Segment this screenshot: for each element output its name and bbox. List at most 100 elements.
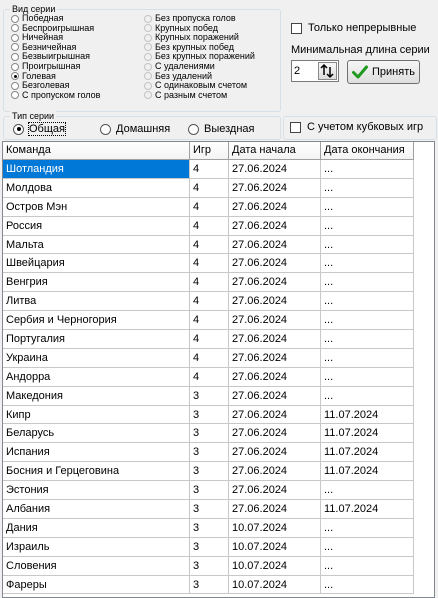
games-cell[interactable]: 3 xyxy=(190,500,229,519)
end-date-cell[interactable]: ... xyxy=(321,292,414,312)
end-date-cell[interactable]: ... xyxy=(321,254,414,274)
games-cell[interactable]: 4 xyxy=(190,348,229,368)
games-cell[interactable]: 4 xyxy=(190,160,229,179)
radio-button[interactable] xyxy=(144,14,152,23)
radio-general[interactable] xyxy=(13,123,24,135)
table-row[interactable]: Эстония 3 27.06.2024... xyxy=(3,481,434,501)
team-cell[interactable]: Сербия и Черногория xyxy=(3,311,190,331)
start-date-cell[interactable]: 27.06.2024 xyxy=(229,197,321,217)
radio-button[interactable] xyxy=(144,33,152,42)
end-date-cell[interactable]: ... xyxy=(321,481,414,501)
start-date-cell[interactable]: 27.06.2024 xyxy=(229,500,321,519)
games-cell[interactable]: 3 xyxy=(190,537,229,557)
radio-button[interactable] xyxy=(11,24,19,33)
radio-button[interactable] xyxy=(11,62,19,71)
table-row[interactable]: Босния и Герцеговина 3 27.06.2024 11.07.202… xyxy=(3,462,434,482)
table-row[interactable]: Кипр 3 27.06.2024 11.07.2024 xyxy=(3,405,434,425)
end-date-cell[interactable]: 11.07.2024 xyxy=(321,424,414,444)
series-type-home[interactable]: Домашняя xyxy=(100,122,170,136)
radio-button[interactable] xyxy=(144,81,152,90)
team-cell[interactable]: Македония xyxy=(3,386,190,406)
series-kind-option[interactable]: Ничейная xyxy=(11,33,63,42)
games-cell[interactable]: 4 xyxy=(190,178,229,198)
team-cell[interactable]: Дания xyxy=(3,518,190,538)
table-row[interactable]: Молдова 4 27.06.2024... xyxy=(3,178,434,198)
team-cell[interactable]: Словения xyxy=(3,556,190,576)
team-cell[interactable]: Израиль xyxy=(3,537,190,557)
radio-button[interactable] xyxy=(144,43,152,52)
games-cell[interactable]: 3 xyxy=(190,405,229,425)
team-cell[interactable]: Венгрия xyxy=(3,273,190,293)
header-end-date[interactable]: Дата окончания xyxy=(321,142,414,160)
table-row[interactable]: Мальта 4 27.06.2024... xyxy=(3,235,434,255)
start-date-cell[interactable]: 27.06.2024 xyxy=(229,424,321,444)
radio-button[interactable] xyxy=(11,33,19,42)
team-cell[interactable]: Андорра xyxy=(3,367,190,387)
team-cell[interactable]: Беларусь xyxy=(3,424,190,444)
radio-button[interactable] xyxy=(11,91,19,100)
end-date-cell[interactable]: ... xyxy=(321,348,414,368)
radio-button[interactable] xyxy=(11,43,19,52)
min-length-spinner[interactable]: 2 xyxy=(291,60,339,82)
cup-games-box[interactable] xyxy=(290,121,301,133)
end-date-cell[interactable]: ... xyxy=(321,178,414,198)
series-kind-option[interactable]: С удалениями xyxy=(144,62,215,71)
end-date-cell[interactable]: ... xyxy=(321,235,414,255)
team-cell[interactable]: Украина xyxy=(3,348,190,368)
end-date-cell[interactable]: 11.07.2024 xyxy=(321,500,414,519)
radio-away[interactable] xyxy=(188,123,199,135)
radio-button[interactable] xyxy=(144,52,152,61)
table-row[interactable]: Словения 3 10.07.2024... xyxy=(3,556,434,576)
team-cell[interactable]: Эстония xyxy=(3,481,190,501)
start-date-cell[interactable]: 27.06.2024 xyxy=(229,405,321,425)
start-date-cell[interactable]: 27.06.2024 xyxy=(229,292,321,312)
end-date-cell[interactable]: 11.07.2024 xyxy=(321,462,414,482)
start-date-cell[interactable]: 10.07.2024 xyxy=(229,556,321,576)
end-date-cell[interactable]: ... xyxy=(321,367,414,387)
series-kind-option[interactable]: С разным счетом xyxy=(144,90,227,100)
team-cell[interactable]: Кипр xyxy=(3,405,190,425)
games-cell[interactable]: 4 xyxy=(190,235,229,255)
games-cell[interactable]: 4 xyxy=(190,273,229,293)
table-row[interactable]: Македония 3 27.06.2024... xyxy=(3,386,434,406)
series-type-away[interactable]: Выездная xyxy=(188,122,255,136)
end-date-cell[interactable]: ... xyxy=(321,197,414,217)
team-cell[interactable]: Швейцария xyxy=(3,254,190,274)
radio-button[interactable] xyxy=(11,52,19,61)
games-cell[interactable]: 3 xyxy=(190,424,229,444)
continuous-only-checkbox[interactable]: Только непрерывные xyxy=(291,21,416,35)
table-row[interactable]: Россия 4 27.06.2024... xyxy=(3,216,434,236)
end-date-cell[interactable]: ... xyxy=(321,556,414,576)
end-date-cell[interactable]: ... xyxy=(321,216,414,236)
table-row[interactable]: Сербия и Черногория 4 27.06.2024... xyxy=(3,311,434,331)
team-cell[interactable]: Босния и Герцеговина xyxy=(3,462,190,482)
start-date-cell[interactable]: 27.06.2024 xyxy=(229,178,321,198)
team-cell[interactable]: Остров Мэн xyxy=(3,197,190,217)
radio-button[interactable] xyxy=(144,24,152,33)
table-row[interactable]: Испания 3 27.06.2024 11.07.2024 xyxy=(3,443,434,463)
table-row[interactable]: Андорра 4 27.06.2024... xyxy=(3,367,434,387)
min-length-input[interactable]: 2 xyxy=(294,65,316,77)
series-kind-option[interactable]: С одинаковым счетом xyxy=(144,81,247,90)
table-row[interactable]: Украина 4 27.06.2024... xyxy=(3,348,434,368)
table-row[interactable]: Швейцария 4 27.06.2024... xyxy=(3,254,434,274)
series-type-general[interactable]: Общая xyxy=(13,122,66,136)
end-date-cell[interactable]: ... xyxy=(321,273,414,293)
table-row[interactable]: Дания 3 10.07.2024... xyxy=(3,518,434,538)
games-cell[interactable]: 3 xyxy=(190,575,229,595)
table-row[interactable]: Албания 3 27.06.2024 11.07.2024 xyxy=(3,500,434,519)
radio-button[interactable] xyxy=(144,91,152,100)
games-cell[interactable]: 4 xyxy=(190,292,229,312)
start-date-cell[interactable]: 27.06.2024 xyxy=(229,311,321,331)
end-date-cell[interactable]: ... xyxy=(321,386,414,406)
table-row[interactable]: Остров Мэн 4 27.06.2024... xyxy=(3,197,434,217)
games-cell[interactable]: 4 xyxy=(190,367,229,387)
header-team[interactable]: Команда xyxy=(3,142,190,160)
end-date-cell[interactable]: ... xyxy=(321,311,414,331)
start-date-cell[interactable]: 27.06.2024 xyxy=(229,386,321,406)
games-cell[interactable]: 4 xyxy=(190,197,229,217)
team-cell[interactable]: Шотландия xyxy=(3,160,190,179)
radio-button[interactable] xyxy=(144,72,152,81)
team-cell[interactable]: Литва xyxy=(3,292,190,312)
header-games[interactable]: Игр xyxy=(190,142,229,160)
